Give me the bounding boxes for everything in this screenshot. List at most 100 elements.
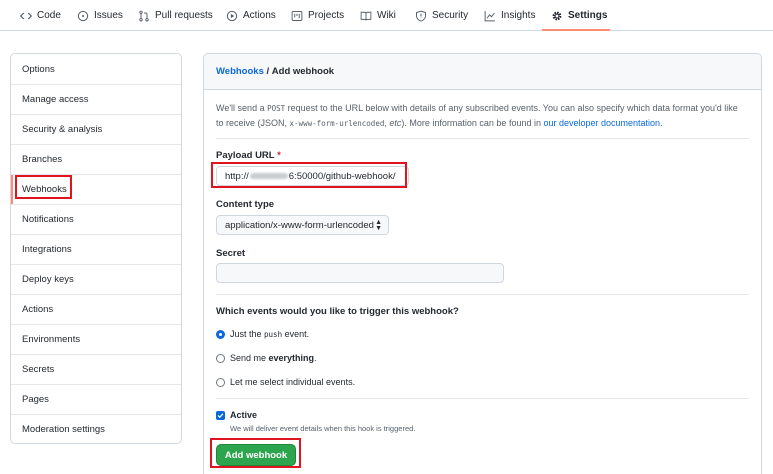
- required-mark: *: [277, 150, 281, 161]
- redacted-host: [249, 173, 288, 179]
- event-option-text: event.: [282, 329, 310, 339]
- sidebar-item-webhooks[interactable]: Webhooks: [11, 174, 181, 204]
- event-option-text: .: [314, 353, 317, 363]
- sidebar-item-label: Options: [22, 63, 55, 75]
- sidebar-item-label: Moderation settings: [22, 424, 105, 435]
- payload-url-prefix: http://: [225, 170, 249, 182]
- payload-url-label: Payload URL *: [216, 150, 281, 161]
- content-type-value: application/x-www-form-urlencoded: [225, 219, 374, 231]
- sidebar-item-environments[interactable]: Environments: [11, 324, 181, 354]
- intro-post-code: POST: [267, 104, 286, 113]
- select-caret-icon: ▲ ▼: [375, 219, 382, 232]
- sidebar-item-actions[interactable]: Actions: [11, 294, 181, 324]
- sidebar-item-deploy-keys[interactable]: Deploy keys: [11, 264, 181, 294]
- sidebar-item-manage-access[interactable]: Manage access: [11, 84, 181, 114]
- active-note: We will deliver event details when this …: [230, 424, 416, 433]
- tab-code-label: Code: [37, 10, 61, 21]
- intro-form-code: x-www-form-urlencoded: [289, 119, 385, 128]
- tab-settings[interactable]: Settings: [551, 0, 607, 31]
- check-icon: [217, 412, 224, 418]
- radio-unselected[interactable]: [216, 353, 225, 363]
- git-pull-request-icon: [138, 10, 150, 22]
- tab-pull-requests[interactable]: Pull requests: [138, 0, 213, 31]
- tab-settings-label: Settings: [568, 10, 608, 21]
- event-option-text: Send me: [230, 353, 269, 363]
- events-question: Which events would you like to trigger t…: [216, 306, 459, 317]
- book-icon: [360, 10, 372, 22]
- sidebar-item-branches[interactable]: Branches: [11, 144, 181, 174]
- selected-indicator: [11, 175, 13, 204]
- active-checkbox[interactable]: [216, 410, 225, 420]
- tab-actions-label: Actions: [243, 10, 276, 21]
- event-option-everything[interactable]: Send me everything.: [216, 353, 317, 363]
- breadcrumb-separator: /: [263, 66, 272, 77]
- sidebar-item-label: Branches: [22, 154, 63, 165]
- sidebar-item-options[interactable]: Options: [11, 54, 181, 84]
- everything-strong: everything: [268, 353, 315, 363]
- content-type-select[interactable]: application/x-www-form-urlencoded ▲ ▼: [216, 215, 389, 235]
- tab-issues-label: Issues: [94, 10, 123, 21]
- sidebar-item-pages[interactable]: Pages: [11, 384, 181, 414]
- sidebar-item-label: Deploy keys: [22, 274, 74, 285]
- project-icon: [291, 10, 303, 22]
- add-webhook-panel: Webhooks / Add webhook We'll send a POST…: [203, 53, 762, 474]
- tab-issues[interactable]: Issues: [77, 0, 123, 31]
- divider: [216, 398, 749, 399]
- code-icon: [20, 10, 32, 22]
- tab-code[interactable]: Code: [20, 0, 61, 31]
- divider: [216, 294, 749, 295]
- content-type-label: Content type: [216, 199, 275, 210]
- sidebar-item-secrets[interactable]: Secrets: [11, 354, 181, 384]
- sidebar-item-label: Integrations: [22, 244, 72, 255]
- sidebar-item-label: Manage access: [22, 94, 89, 105]
- sidebar-item-notifications[interactable]: Notifications: [11, 204, 181, 234]
- intro-part: We'll send a: [216, 103, 268, 113]
- tab-projects-label: Projects: [308, 10, 345, 21]
- breadcrumb: Webhooks / Add webhook: [204, 54, 761, 90]
- sidebar-item-label: Notifications: [22, 214, 74, 225]
- play-icon: [226, 10, 238, 22]
- shield-icon: [415, 10, 427, 22]
- gear-icon: [551, 10, 563, 22]
- secret-label: Secret: [216, 248, 246, 259]
- repo-nav: Code Issues Pull requests Actions Projec…: [0, 0, 773, 31]
- developer-docs-link[interactable]: our developer documentation: [543, 118, 660, 128]
- sidebar-item-label: Secrets: [22, 364, 55, 375]
- intro-text: We'll send a POST request to the URL bel…: [216, 101, 746, 131]
- breadcrumb-webhooks-link[interactable]: Webhooks: [216, 66, 264, 77]
- payload-url-label-text: Payload URL: [216, 150, 275, 161]
- tab-security[interactable]: Security: [415, 0, 468, 31]
- tab-actions[interactable]: Actions: [226, 0, 276, 31]
- radio-selected[interactable]: [216, 329, 225, 339]
- sidebar-item-label: Actions: [22, 304, 54, 315]
- secret-input[interactable]: [216, 263, 504, 283]
- intro-part: .: [660, 118, 663, 128]
- add-webhook-button[interactable]: Add webhook: [216, 444, 296, 466]
- tab-security-label: Security: [432, 10, 469, 21]
- event-option-push[interactable]: Just the push event.: [216, 329, 309, 339]
- payload-url-input[interactable]: http:// 6:50000/github-webhook/: [216, 166, 409, 186]
- tab-insights[interactable]: Insights: [484, 0, 535, 31]
- radio-unselected[interactable]: [216, 377, 225, 387]
- tab-projects[interactable]: Projects: [291, 0, 344, 31]
- sidebar-item-label: Webhooks: [22, 184, 67, 195]
- issue-opened-icon: [77, 10, 89, 22]
- active-tab-indicator: [542, 29, 610, 31]
- graph-icon: [484, 10, 496, 22]
- event-option-text: Let me select individual events.: [230, 377, 356, 387]
- active-label: Active: [230, 410, 258, 420]
- payload-url-suffix: 6:50000/github-webhook/: [288, 170, 396, 182]
- sidebar-item-moderation-settings[interactable]: Moderation settings: [11, 414, 181, 443]
- event-option-individual[interactable]: Let me select individual events.: [216, 377, 355, 387]
- tab-wiki[interactable]: Wiki: [360, 0, 396, 31]
- sidebar-item-integrations[interactable]: Integrations: [11, 234, 181, 264]
- intro-part: ). More information can be found in: [401, 118, 544, 128]
- active-checkbox-row[interactable]: Active: [216, 410, 257, 420]
- sidebar-item-security-analysis[interactable]: Security & analysis: [11, 114, 181, 144]
- intro-etc: etc: [389, 118, 402, 128]
- tab-pull-requests-label: Pull requests: [155, 10, 213, 21]
- divider: [216, 138, 749, 139]
- breadcrumb-current: Add webhook: [271, 66, 335, 77]
- settings-sidebar: Options Manage access Security & analysi…: [10, 53, 182, 444]
- push-code: push: [264, 329, 283, 339]
